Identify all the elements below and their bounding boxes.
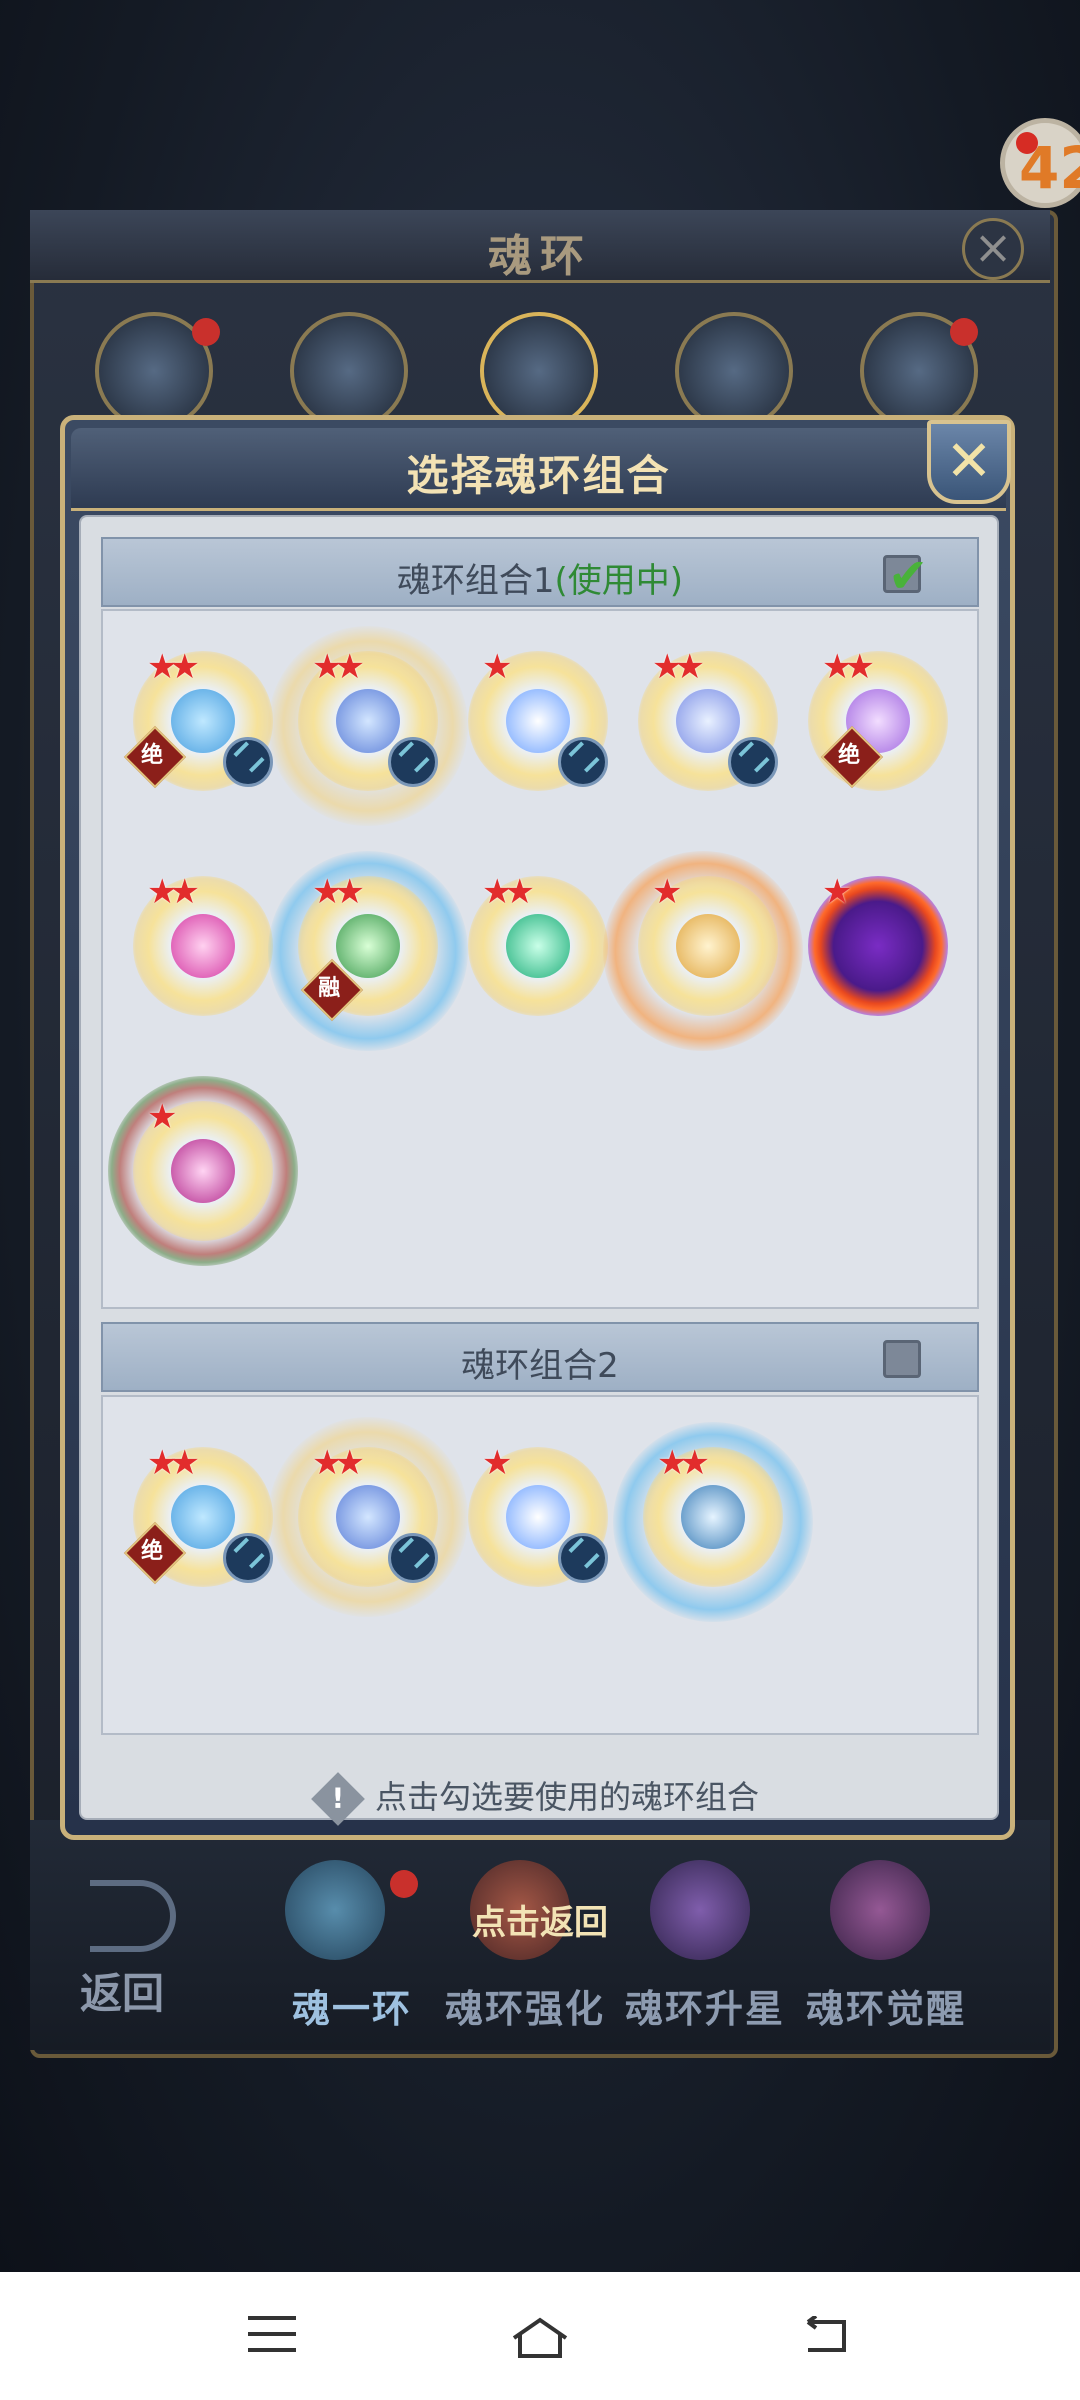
character-avatar[interactable] [290,312,408,430]
soul-ring-title: 魂环 [488,231,592,282]
star-rating-icon: ★ [482,647,513,687]
timer-badge[interactable]: 42 [1000,118,1080,208]
element-gem-icon [223,1533,273,1583]
soul-ring-icon[interactable]: ★ [808,872,948,1016]
soul-ring-icon[interactable]: ★★ 融 [298,872,438,1022]
close-icon[interactable]: ✕ [927,420,1011,504]
soul-ring-icon[interactable]: ★★ [298,1443,438,1587]
tab-soul-ring[interactable]: 魂一环 [292,1978,412,2033]
element-gem-icon [223,737,273,787]
soul-ring-icon[interactable]: ★★ [298,647,438,791]
character-avatar[interactable] [675,312,793,430]
ring-combo-2-header[interactable]: 魂环组合2 [101,1322,979,1392]
element-gem-icon [388,737,438,787]
character-avatar-selected[interactable] [480,312,598,430]
notification-dot [192,318,220,346]
tab-soul-ring-star-up[interactable]: 魂环升星 [625,1978,785,2033]
soul-ring-icon[interactable]: ★★ 绝 [808,647,948,791]
soul-ring-icon[interactable]: ★ [468,1443,608,1587]
ring-combo-2-checkbox[interactable] [883,1340,921,1378]
star-rating-icon: ★★ [657,1443,710,1483]
menu-icon[interactable] [248,2316,296,2352]
dialog-title: 选择魂环组合 [406,451,671,500]
home-icon[interactable] [510,2316,570,2360]
star-rating-icon: ★ [147,1097,178,1137]
ring-combo-1-list: ★★ 绝 ★★ ★ ★★ ★★ 绝 ★★ ★★ 融 ★★ ★ ★ ★ [101,609,979,1309]
star-rating-icon: ★★ [312,872,365,912]
soul-ring-icon[interactable]: ★ [638,872,778,1016]
star-rating-icon: ★★ [147,1443,200,1483]
tap-to-return-hint[interactable]: 点击返回 [0,1895,1080,1944]
soul-ring-icon[interactable]: ★★ [133,872,273,1016]
star-rating-icon: ★★ [652,647,705,687]
back-icon[interactable] [800,2316,850,2356]
select-ring-combo-dialog: 选择魂环组合 ✕ 魂环组合1(使用中) ✔ ★★ 绝 ★★ ★ ★★ ★★ 绝 … [60,415,1015,1840]
element-gem-icon [558,737,608,787]
ring-combo-2-list: ★★ 绝 ★★ ★ ★★ [101,1395,979,1735]
soul-ring-icon[interactable]: ★★ [643,1443,783,1587]
notification-dot [950,318,978,346]
star-rating-icon: ★★ [482,872,535,912]
soul-ring-icon[interactable]: ★★ [638,647,778,791]
star-rating-icon: ★★ [147,872,200,912]
ring-combo-2-label: 魂环组合2 [461,1346,619,1386]
in-use-status: (使用中) [554,561,684,601]
soul-ring-title-bar: 魂环 [30,210,1050,283]
ring-combo-1-checkbox[interactable]: ✔ [883,548,928,604]
selection-hint: ! 点击勾选要使用的魂环组合 [81,1772,997,1826]
element-gem-icon [728,737,778,787]
ring-combo-1-label: 魂环组合1(使用中) [396,561,684,601]
dialog-header: 选择魂环组合 [71,428,1006,511]
element-gem-icon [388,1533,438,1583]
element-gem-icon [558,1533,608,1583]
dialog-body: 魂环组合1(使用中) ✔ ★★ 绝 ★★ ★ ★★ ★★ 绝 ★★ ★★ 融 ★… [79,515,999,1826]
tab-soul-ring-enhance[interactable]: 魂环强化 [445,1978,605,2033]
checkmark-icon: ✔ [888,548,929,604]
return-button[interactable]: 返回 [80,1960,164,2021]
soul-ring-icon[interactable]: ★ [468,647,608,791]
exclamation-icon: ! [311,1772,365,1826]
star-rating-icon: ★ [482,1443,513,1483]
tab-soul-ring-awaken[interactable]: 魂环觉醒 [806,1978,966,2033]
star-rating-icon: ★ [652,872,683,912]
notification-dot [390,1870,418,1898]
ring-combo-1-header[interactable]: 魂环组合1(使用中) ✔ [101,537,979,607]
notification-dot [1016,132,1038,154]
star-rating-icon: ★★ [312,1443,365,1483]
soul-ring-icon[interactable]: ★★ 绝 [123,1443,273,1587]
star-rating-icon: ★★ [312,647,365,687]
soul-ring-icon[interactable]: ★★ [468,872,608,1016]
soul-ring-icon[interactable]: ★ [133,1097,273,1241]
star-rating-icon: ★★ [147,647,200,687]
star-rating-icon: ★ [822,872,853,912]
background-close-icon[interactable]: × [962,218,1024,280]
soul-ring-icon[interactable]: ★★ 绝 [123,647,273,791]
star-rating-icon: ★★ [822,647,875,687]
